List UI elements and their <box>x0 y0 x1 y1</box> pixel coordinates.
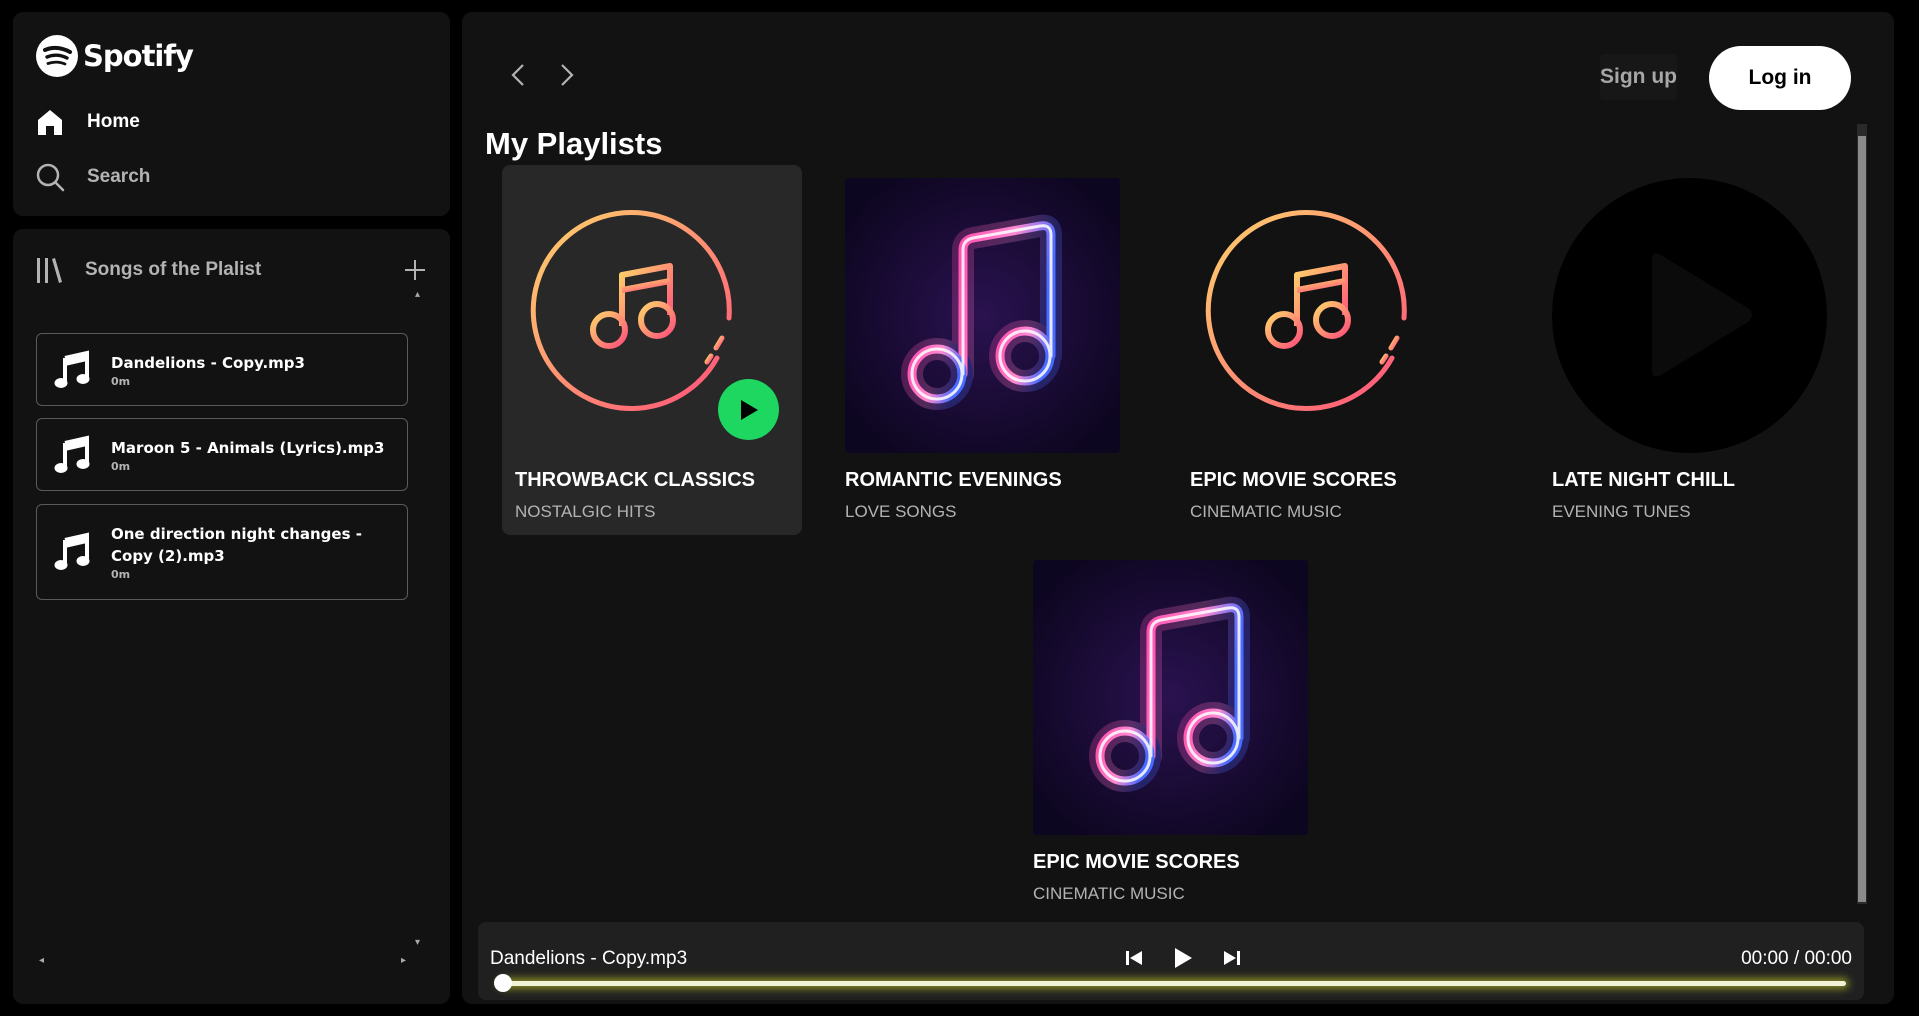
playlist-title: EPIC MOVIE SCORES <box>1033 851 1240 873</box>
song-title: One direction night changes - Copy (2).m… <box>111 525 362 565</box>
forward-arrow-icon[interactable] <box>553 62 579 88</box>
playlist-card[interactable]: EPIC MOVIE SCORES CINEMATIC MUSIC <box>1033 547 1333 917</box>
playlist-card[interactable]: ROMANTIC EVENINGS LOVE SONGS <box>845 165 1145 535</box>
playlist-subtitle: LOVE SONGS <box>845 502 957 521</box>
main-panel: Sign up Log in My Playlists THROWBACK CL… <box>462 12 1894 1004</box>
now-playing-title: Dandelions - Copy.mp3 <box>490 948 688 969</box>
playlist-title: ROMANTIC EVENINGS <box>845 469 1062 491</box>
home-icon <box>38 110 62 135</box>
spotify-icon <box>36 35 78 77</box>
song-item[interactable]: One direction night changes - Copy (2).m… <box>36 504 408 600</box>
scroll-down-icon[interactable]: ▾ <box>415 937 420 948</box>
playlist-card[interactable]: EPIC MOVIE SCORES CINEMATIC MUSIC <box>1177 165 1477 535</box>
playlist-title: THROWBACK CLASSICS <box>515 469 755 491</box>
song-duration: 0m <box>111 568 131 581</box>
library-icon[interactable] <box>35 255 63 285</box>
player-bar: Dandelions - Copy.mp3 00:00 / 00:00 <box>478 922 1864 1000</box>
playlist-subtitle: EVENING TUNES <box>1552 502 1691 521</box>
nav-panel: Spotify Home Search <box>13 12 450 216</box>
song-duration: 0m <box>111 374 131 388</box>
playlist-cover <box>1033 560 1308 835</box>
nav-home[interactable]: Home <box>35 107 140 137</box>
playlist-cover <box>1192 178 1467 453</box>
playlist-title: EPIC MOVIE SCORES <box>1190 469 1397 491</box>
music-note-icon <box>54 349 90 388</box>
play-icon[interactable] <box>1172 946 1194 970</box>
neon-note-icon <box>845 178 1120 453</box>
nav-search[interactable]: Search <box>35 162 150 192</box>
song-duration: 0m <box>111 459 131 473</box>
previous-icon[interactable] <box>1124 948 1144 968</box>
signup-button[interactable]: Sign up <box>1600 54 1677 100</box>
library-panel: Songs of the Plalist ▴ Dandelions - Copy… <box>13 229 450 1004</box>
next-icon[interactable] <box>1222 948 1242 968</box>
play-icon <box>740 399 758 420</box>
nav-search-label: Search <box>87 166 151 187</box>
song-item[interactable]: Dandelions - Copy.mp3 0m <box>36 333 408 406</box>
nav-home-label: Home <box>87 111 140 132</box>
login-button[interactable]: Log in <box>1709 46 1851 110</box>
playlist-title: LATE NIGHT CHILL <box>1552 469 1735 491</box>
playlist-cover <box>1552 178 1827 453</box>
library-title: Songs of the Plalist <box>85 259 262 280</box>
playlist-subtitle: CINEMATIC MUSIC <box>1033 884 1185 903</box>
scroll-right-icon[interactable]: ▸ <box>401 955 406 966</box>
song-item[interactable]: Maroon 5 - Animals (Lyrics).mp3 0m <box>36 418 408 491</box>
music-note-icon <box>54 532 90 570</box>
scroll-left-icon[interactable]: ◂ <box>39 955 44 966</box>
playlist-subtitle: CINEMATIC MUSIC <box>1190 502 1342 521</box>
library-header: Songs of the Plalist <box>35 255 428 285</box>
plus-icon[interactable] <box>402 257 428 283</box>
scroll-up-icon[interactable]: ▴ <box>415 289 420 300</box>
play-button[interactable] <box>718 379 779 440</box>
time-display: 00:00 / 00:00 <box>1741 948 1852 969</box>
playlist-card[interactable]: THROWBACK CLASSICS NOSTALGIC HITS <box>502 165 802 535</box>
back-arrow-icon[interactable] <box>506 62 532 88</box>
brand-name: Spotify <box>83 39 194 73</box>
progress-knob[interactable] <box>494 974 512 992</box>
music-ring-icon <box>1205 210 1407 411</box>
play-circle-icon <box>1552 178 1827 453</box>
section-title: My Playlists <box>485 126 663 161</box>
spotify-logo[interactable]: Spotify <box>35 34 194 78</box>
progress-bar[interactable] <box>501 981 1846 986</box>
playlist-cover <box>845 178 1120 453</box>
playlist-card[interactable]: LATE NIGHT CHILL EVENING TUNES <box>1552 165 1852 535</box>
song-title: Dandelions - Copy.mp3 <box>111 353 305 372</box>
playlist-subtitle: NOSTALGIC HITS <box>515 502 656 521</box>
search-icon <box>36 163 65 192</box>
playback-controls <box>1124 946 1242 970</box>
neon-note-icon <box>1033 560 1308 835</box>
scrollbar-thumb[interactable] <box>1858 136 1866 902</box>
song-title: Maroon 5 - Animals (Lyrics).mp3 <box>111 438 385 457</box>
music-note-icon <box>54 434 90 473</box>
